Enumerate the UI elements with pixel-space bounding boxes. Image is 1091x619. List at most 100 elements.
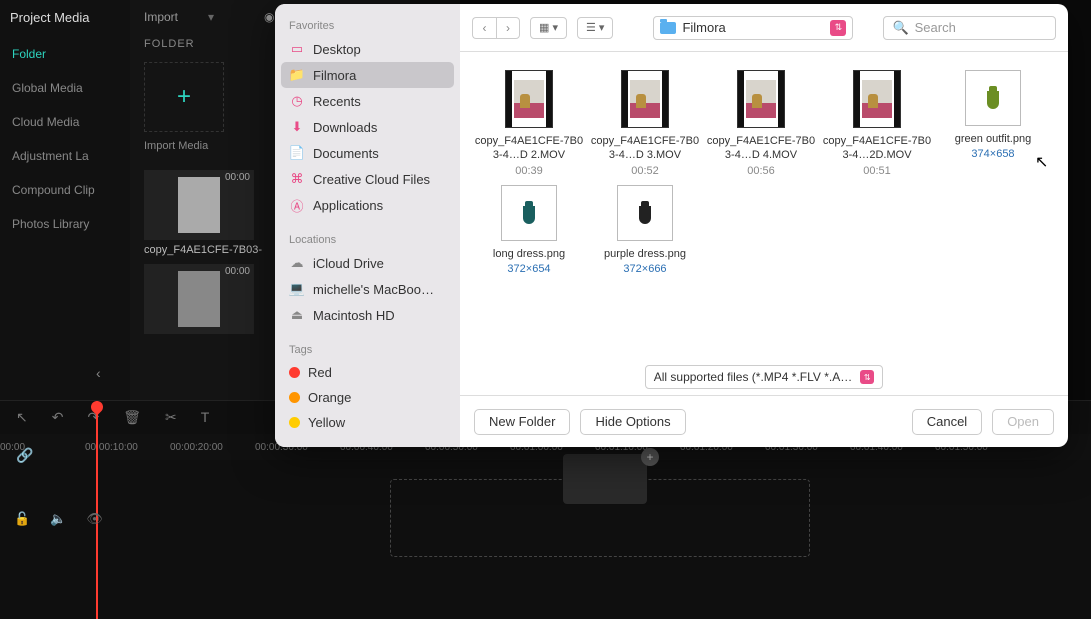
- tag-color-dot: [289, 367, 300, 378]
- file-thumbnail: [505, 70, 553, 128]
- tag-item[interactable]: Yellow: [275, 410, 460, 435]
- new-folder-button[interactable]: New Folder: [474, 409, 570, 435]
- path-selector[interactable]: Filmora ⇅: [653, 16, 853, 40]
- forward-button[interactable]: ›: [496, 17, 520, 39]
- text-tool-icon[interactable]: T: [201, 409, 210, 426]
- media-clip-thumb[interactable]: 00:00: [144, 170, 254, 240]
- file-item[interactable]: copy_F4AE1CFE-7B03-4…D 2.MOV00:39: [472, 70, 586, 177]
- file-thumbnail: [965, 70, 1021, 126]
- filter-label: All supported files (*.MP4 *.FLV *.A…: [654, 370, 853, 384]
- tag-color-dot: [289, 392, 300, 403]
- chevron-updown-icon: ⇅: [860, 370, 874, 384]
- file-thumbnail: [737, 70, 785, 128]
- file-open-dialog: Favorites ▭Desktop 📁 Filmora ◷ Recents ⬇Downl…: [275, 4, 1068, 447]
- timeline-drop-zone[interactable]: +: [390, 479, 810, 557]
- lock-track-icon[interactable]: 🔓: [14, 511, 30, 527]
- cc-icon: ⌘: [289, 171, 305, 187]
- tag-item[interactable]: Orange: [275, 385, 460, 410]
- file-grid: copy_F4AE1CFE-7B03-4…D 2.MOV00:39copy_F4…: [460, 52, 1068, 355]
- file-name: purple dress.png: [588, 247, 702, 261]
- folder-icon: 📁: [289, 67, 305, 83]
- media-clip-thumb[interactable]: 00:00: [144, 264, 254, 334]
- file-meta: 00:39: [472, 165, 586, 177]
- tags-heading: Tags: [275, 338, 460, 360]
- sidebar-item-label: Applications: [313, 198, 383, 213]
- open-button[interactable]: Open: [992, 409, 1054, 435]
- import-menu[interactable]: Import: [144, 10, 178, 24]
- add-clip-icon[interactable]: +: [641, 448, 659, 466]
- file-item[interactable]: copy_F4AE1CFE-7B03-4…2D.MOV00:51: [820, 70, 934, 177]
- sidebar-item-label: Desktop: [313, 42, 361, 57]
- hide-options-button[interactable]: Hide Options: [580, 409, 685, 435]
- pointer-tool-icon[interactable]: ↖: [16, 409, 28, 426]
- file-item[interactable]: purple dress.png372×666: [588, 185, 702, 275]
- locations-heading: Locations: [275, 228, 460, 250]
- sidebar-item-filmora[interactable]: 📁 Filmora: [281, 62, 454, 88]
- file-item[interactable]: long dress.png 372×654: [472, 185, 586, 275]
- playhead[interactable]: [96, 401, 98, 619]
- editor-left-panel: Project Media FolderGlobal MediaCloud Me…: [0, 0, 130, 400]
- tag-item[interactable]: Red: [275, 360, 460, 385]
- sidebar-item-michelle-s-macboo-[interactable]: 💻michelle's MacBoo…: [275, 276, 460, 302]
- editor-sidebar-item[interactable]: Global Media: [0, 71, 130, 105]
- editor-sidebar-item[interactable]: Cloud Media: [0, 105, 130, 139]
- editor-sidebar-item[interactable]: Folder: [0, 37, 130, 71]
- folder-icon: [660, 22, 676, 34]
- icloud-icon: ☁: [289, 255, 305, 271]
- link-track-icon[interactable]: 🔗: [16, 447, 33, 464]
- group-view-button[interactable]: ☰ ▾: [577, 17, 613, 39]
- collapse-arrow-icon[interactable]: ‹: [96, 365, 101, 381]
- sidebar-item-label: Filmora: [313, 68, 356, 83]
- file-name: copy_F4AE1CFE-7B03-4…D 3.MOV: [588, 134, 702, 163]
- file-meta: 00:51: [820, 165, 934, 177]
- file-meta: 372×654: [472, 263, 586, 275]
- doc-icon: 📄: [289, 145, 305, 161]
- sidebar-item-label: Creative Cloud Files: [313, 172, 430, 187]
- sidebar-item-icloud-drive[interactable]: ☁ iCloud Drive: [275, 250, 460, 276]
- clock-icon: ◷: [289, 93, 305, 109]
- sidebar-item-desktop[interactable]: ▭Desktop: [275, 36, 460, 62]
- file-name: green outfit.png: [936, 132, 1050, 146]
- file-thumbnail: [501, 185, 557, 241]
- file-meta: 00:52: [588, 165, 702, 177]
- clip-duration: 00:00: [225, 172, 250, 183]
- cut-icon[interactable]: ✂: [165, 409, 177, 426]
- favorites-heading: Favorites: [275, 14, 460, 36]
- file-name: long dress.png: [472, 247, 586, 261]
- file-name: copy_F4AE1CFE-7B03-4…D 4.MOV: [704, 134, 818, 163]
- sidebar-item-documents[interactable]: 📄Documents: [275, 140, 460, 166]
- disk-icon: ⏏: [289, 307, 305, 323]
- file-meta: 00:56: [704, 165, 818, 177]
- editor-sidebar-item[interactable]: Adjustment La: [0, 139, 130, 173]
- visibility-icon[interactable]: 👁: [86, 511, 103, 527]
- sidebar-item-downloads[interactable]: ⬇Downloads: [275, 114, 460, 140]
- timeline-placeholder-clip[interactable]: [563, 454, 647, 504]
- file-thumbnail: [617, 185, 673, 241]
- search-input[interactable]: 🔍 Search: [883, 16, 1056, 40]
- editor-sidebar-item[interactable]: Photos Library: [0, 207, 130, 241]
- file-item[interactable]: copy_F4AE1CFE-7B03-4…D 3.MOV 00:52: [588, 70, 702, 177]
- editor-sidebar-item[interactable]: Compound Clip: [0, 173, 130, 207]
- sidebar-item-recents[interactable]: ◷ Recents: [275, 88, 460, 114]
- icon-view-button[interactable]: ▦ ▾: [530, 17, 567, 39]
- sidebar-item-macintosh-hd[interactable]: ⏏Macintosh HD: [275, 302, 460, 328]
- file-type-filter[interactable]: All supported files (*.MP4 *.FLV *.A… ⇅: [645, 365, 884, 389]
- mute-track-icon[interactable]: 🔈: [50, 511, 66, 527]
- back-button[interactable]: ‹: [472, 17, 496, 39]
- delete-icon[interactable]: 🗑: [123, 409, 141, 426]
- sidebar-item-label: iCloud Drive: [313, 256, 384, 271]
- clip-duration: 00:00: [225, 266, 250, 277]
- undo-icon[interactable]: ↶: [52, 409, 64, 426]
- sidebar-item-label: Recents: [313, 94, 361, 109]
- sidebar-item-creative-cloud-files[interactable]: ⌘ Creative Cloud Files: [275, 166, 460, 192]
- dialog-button-row: New Folder Hide Options Cancel Open: [460, 395, 1068, 447]
- file-item[interactable]: copy_F4AE1CFE-7B03-4…D 4.MOV 00:56: [704, 70, 818, 177]
- import-media-drop[interactable]: +: [144, 62, 224, 132]
- cancel-button[interactable]: Cancel: [912, 409, 982, 435]
- sidebar-item-applications[interactable]: ⒶApplications: [275, 192, 460, 218]
- file-item[interactable]: green outfit.png374×658: [936, 70, 1050, 177]
- finder-toolbar: ‹ › ▦ ▾ ☰ ▾ Filmora ⇅ 🔍 Search: [460, 4, 1068, 52]
- tag-label: Orange: [308, 390, 351, 405]
- search-placeholder: Search: [915, 20, 956, 35]
- tag-label: Yellow: [308, 415, 345, 430]
